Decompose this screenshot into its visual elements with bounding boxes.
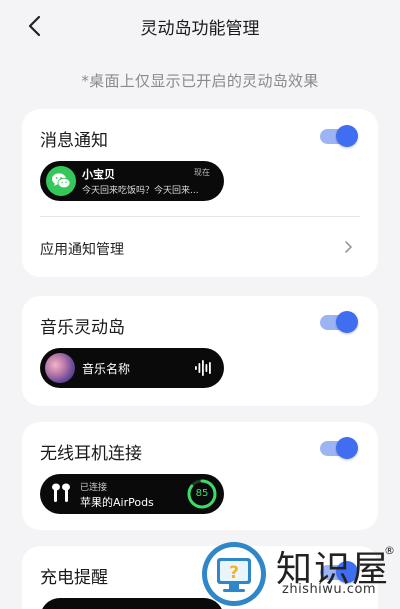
earphone-toggle[interactable] (320, 437, 358, 459)
page-title: 灵动岛功能管理 (140, 19, 260, 39)
toggle-knob (336, 125, 358, 147)
song-name: 音乐名称 (82, 362, 131, 376)
divider (40, 216, 360, 217)
music-card-title: 音乐灵动岛 (40, 318, 125, 338)
message-time: 现在 (194, 168, 210, 177)
charging-preview-pill (40, 598, 224, 609)
watermark-url: zhishiwu.com (282, 582, 377, 597)
sound-wave-icon (195, 360, 211, 376)
music-toggle[interactable] (320, 311, 358, 333)
music-card: 音乐灵动岛 音乐名称 (22, 296, 378, 406)
svg-text:?: ? (229, 563, 239, 583)
app-notification-settings[interactable]: 应用通知管理 (40, 239, 124, 259)
page-subtitle: *桌面上仅显示已开启的灵动岛效果 (81, 72, 319, 90)
message-text: 今天回来吃饭吗？今天回来... (82, 186, 199, 196)
message-preview-pill: 小宝贝 现在 今天回来吃饭吗？今天回来... (40, 161, 224, 201)
earphone-card: 无线耳机连接 已连接 苹果的AirPods 85 (22, 422, 378, 530)
earphone-card-title: 无线耳机连接 (40, 444, 142, 464)
message-sender: 小宝贝 (82, 168, 115, 181)
watermark-registered: ® (384, 544, 395, 557)
message-card-title: 消息通知 (40, 131, 108, 151)
earphone-preview-pill: 已连接 苹果的AirPods 85 (40, 474, 224, 514)
charging-card-title: 充电提醒 (40, 568, 108, 588)
watermark-logo: ? (202, 542, 266, 606)
device-name: 苹果的AirPods (80, 496, 154, 509)
chevron-right-icon[interactable] (342, 240, 354, 254)
music-preview-pill: 音乐名称 (40, 348, 224, 388)
toggle-knob (336, 437, 358, 459)
message-card: 消息通知 小宝贝 现在 今天回来吃饭吗？今天回来... 应用通知管理 (22, 109, 378, 277)
battery-level: 85 (195, 488, 209, 499)
album-cover (45, 353, 75, 383)
airpods-icon (52, 483, 70, 502)
wechat-icon (46, 166, 76, 196)
connection-status: 已连接 (80, 483, 108, 493)
message-toggle[interactable] (320, 125, 358, 147)
header-bar: 灵动岛功能管理 (0, 0, 400, 50)
toggle-knob (336, 311, 358, 333)
